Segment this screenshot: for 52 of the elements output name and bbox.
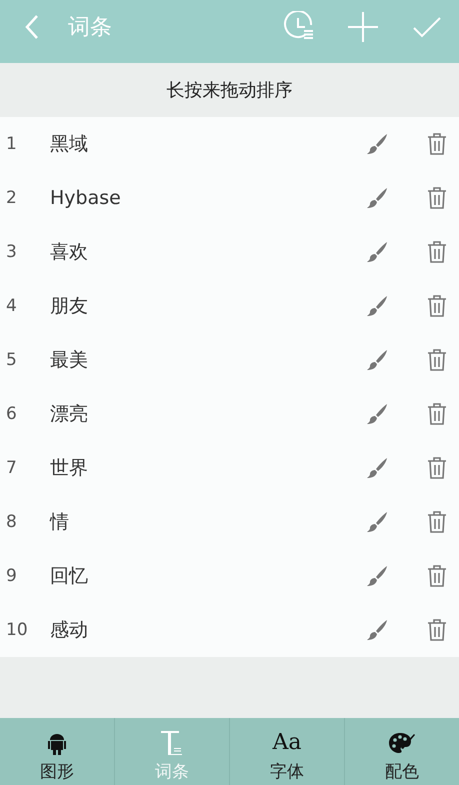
- entry-word: 朋友: [49, 294, 89, 319]
- trash-icon: [427, 241, 447, 263]
- sort-hint: 长按来拖动排序: [166, 79, 294, 103]
- row-number: 9: [5, 566, 18, 586]
- row-number: 3: [5, 242, 18, 262]
- brush-icon: [366, 349, 388, 371]
- back-icon: [25, 14, 39, 40]
- trash-icon: [427, 565, 447, 587]
- trash-icon: [427, 133, 447, 155]
- row-number: 1: [5, 134, 18, 154]
- brush-icon: [366, 187, 388, 209]
- row-number: 4: [5, 296, 18, 316]
- trash-icon: [427, 349, 447, 371]
- row-number: 5: [5, 350, 18, 370]
- row-number: 2: [5, 188, 18, 208]
- palette-icon: [388, 732, 416, 756]
- trash-icon: [427, 457, 447, 479]
- trash-icon: [427, 511, 447, 533]
- brush-icon: [366, 241, 388, 263]
- entry-word: 情: [48, 510, 70, 535]
- brush-icon: [366, 565, 388, 587]
- trash-icon: [427, 295, 447, 317]
- entry-word: 漂亮: [49, 402, 89, 427]
- entry-word: 世界: [49, 456, 89, 481]
- row-number: 6: [5, 404, 18, 424]
- entry-word: 黑域: [49, 132, 89, 157]
- bottom-tab[interactable]: 配色: [344, 718, 459, 785]
- entry-word: Hybase: [49, 187, 122, 209]
- trash-icon: [427, 403, 447, 425]
- entry-word: 最美: [49, 348, 89, 373]
- brush-icon: [366, 619, 388, 641]
- bottom-tab[interactable]: 图形: [0, 718, 114, 785]
- android-icon: [46, 732, 68, 756]
- row-number: 10: [5, 620, 29, 640]
- entry-word: 感动: [49, 618, 89, 643]
- font-icon: Aa: [272, 730, 302, 756]
- brush-icon: [366, 133, 388, 155]
- check-icon: [413, 16, 441, 38]
- plus-icon: [348, 12, 378, 42]
- brush-icon: [366, 457, 388, 479]
- trash-icon: [427, 619, 447, 641]
- brush-icon: [366, 511, 388, 533]
- entry-word: 回忆: [49, 564, 89, 589]
- brush-icon: [366, 295, 388, 317]
- entry-word: 喜欢: [49, 240, 89, 265]
- row-number: 7: [5, 458, 18, 478]
- trash-icon: [427, 187, 447, 209]
- text-icon: [160, 730, 184, 756]
- row-number: 8: [5, 512, 18, 532]
- page-title: 词条: [68, 14, 113, 42]
- brush-icon: [366, 403, 388, 425]
- bottom-tab[interactable]: Aa 字体: [229, 718, 344, 785]
